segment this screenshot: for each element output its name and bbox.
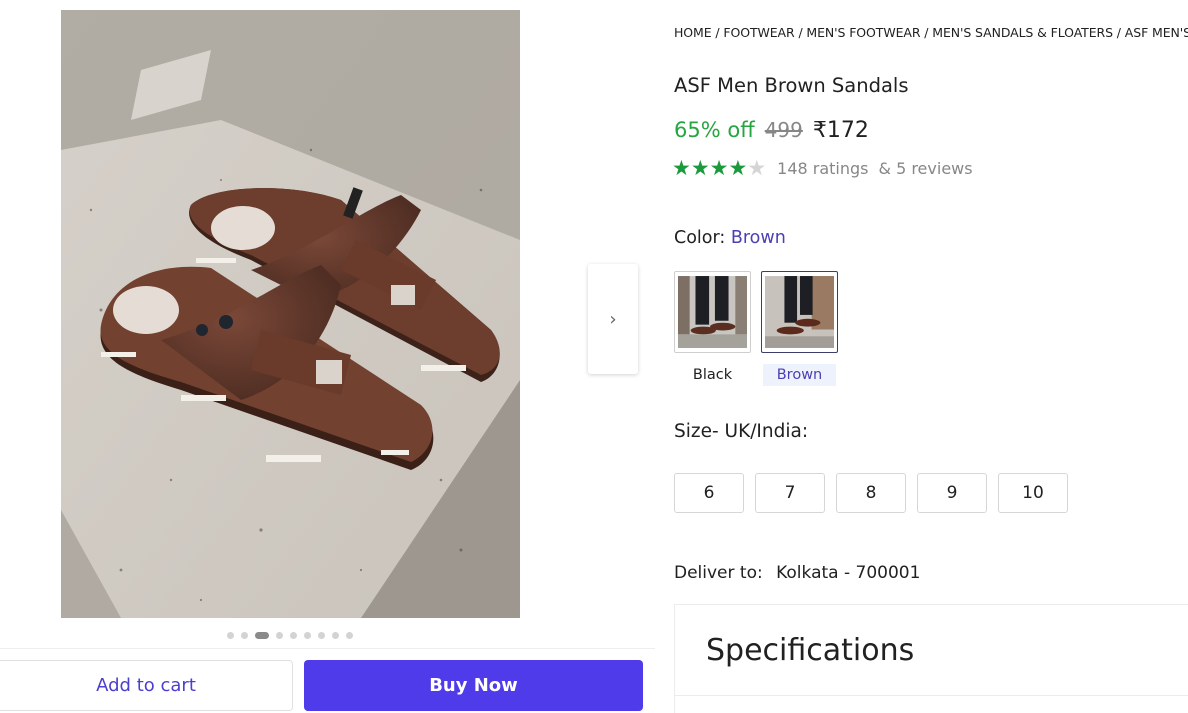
star-empty-icon: ★ <box>747 156 767 180</box>
add-to-cart-button[interactable]: Add to cart <box>0 660 293 711</box>
star-filled-icon: ★ <box>709 156 729 180</box>
star-filled-icon: ★ <box>728 156 748 180</box>
color-label: Color: Brown <box>674 228 786 248</box>
size-options: 6 7 8 9 10 <box>674 473 1068 513</box>
color-swatch-label-black[interactable]: Black <box>674 364 751 386</box>
size-option-10[interactable]: 10 <box>998 473 1068 513</box>
size-option-6[interactable]: 6 <box>674 473 744 513</box>
carousel-dots[interactable] <box>227 632 353 639</box>
original-price: 499 <box>764 118 803 142</box>
size-label: Size- UK/India: <box>674 421 809 442</box>
brown-sandals-thumbnail-icon <box>765 276 834 348</box>
carousel-dot[interactable] <box>290 632 297 639</box>
carousel-dot[interactable] <box>332 632 339 639</box>
product-image[interactable] <box>61 10 520 618</box>
black-sandals-thumbnail-icon <box>678 276 747 348</box>
star-filled-icon: ★ <box>690 156 710 180</box>
size-option-9[interactable]: 9 <box>917 473 987 513</box>
buy-now-button[interactable]: Buy Now <box>304 660 643 711</box>
product-title: ASF Men Brown Sandals <box>674 74 909 97</box>
size-option-8[interactable]: 8 <box>836 473 906 513</box>
deliver-label: Deliver to: <box>674 563 763 583</box>
delivery-location[interactable]: Kolkata - 700001 <box>776 563 920 583</box>
specifications-divider <box>674 696 1188 713</box>
discount-percent: 65% off <box>674 118 755 142</box>
rating-stars: ★ ★ ★ ★ ★ <box>672 158 766 179</box>
selling-price: ₹172 <box>812 118 869 143</box>
price-row: 65% off 499 ₹172 <box>674 118 869 143</box>
specifications-section[interactable]: Specifications <box>674 604 1188 696</box>
size-option-7[interactable]: 7 <box>755 473 825 513</box>
carousel-dot[interactable] <box>276 632 283 639</box>
next-image-button[interactable]: › <box>588 264 638 374</box>
color-swatch-black[interactable] <box>674 271 751 353</box>
ratings-count: 148 ratings <box>777 159 869 178</box>
star-filled-icon: ★ <box>672 156 691 180</box>
rating-row[interactable]: ★ ★ ★ ★ ★ 148 ratings & 5 reviews <box>672 158 973 179</box>
breadcrumb[interactable]: HOME / FOOTWEAR / MEN'S FOOTWEAR / MEN'S… <box>674 25 1188 40</box>
specifications-title: Specifications <box>706 633 915 668</box>
chevron-right-icon: › <box>609 308 617 330</box>
delivery-row[interactable]: Deliver to: Kolkata - 700001 <box>674 563 920 583</box>
selected-color: Brown <box>730 228 786 248</box>
reviews-count: & 5 reviews <box>878 159 973 178</box>
carousel-dot[interactable] <box>346 632 353 639</box>
carousel-dot[interactable] <box>304 632 311 639</box>
carousel-dot[interactable] <box>255 632 269 639</box>
color-swatch-label-brown[interactable]: Brown <box>763 364 836 386</box>
color-swatch-brown[interactable] <box>761 271 838 353</box>
carousel-dot[interactable] <box>241 632 248 639</box>
carousel-dot[interactable] <box>227 632 234 639</box>
action-bar: Add to cart Buy Now <box>0 648 655 713</box>
carousel-dot[interactable] <box>318 632 325 639</box>
color-label-text: Color: <box>674 228 726 248</box>
